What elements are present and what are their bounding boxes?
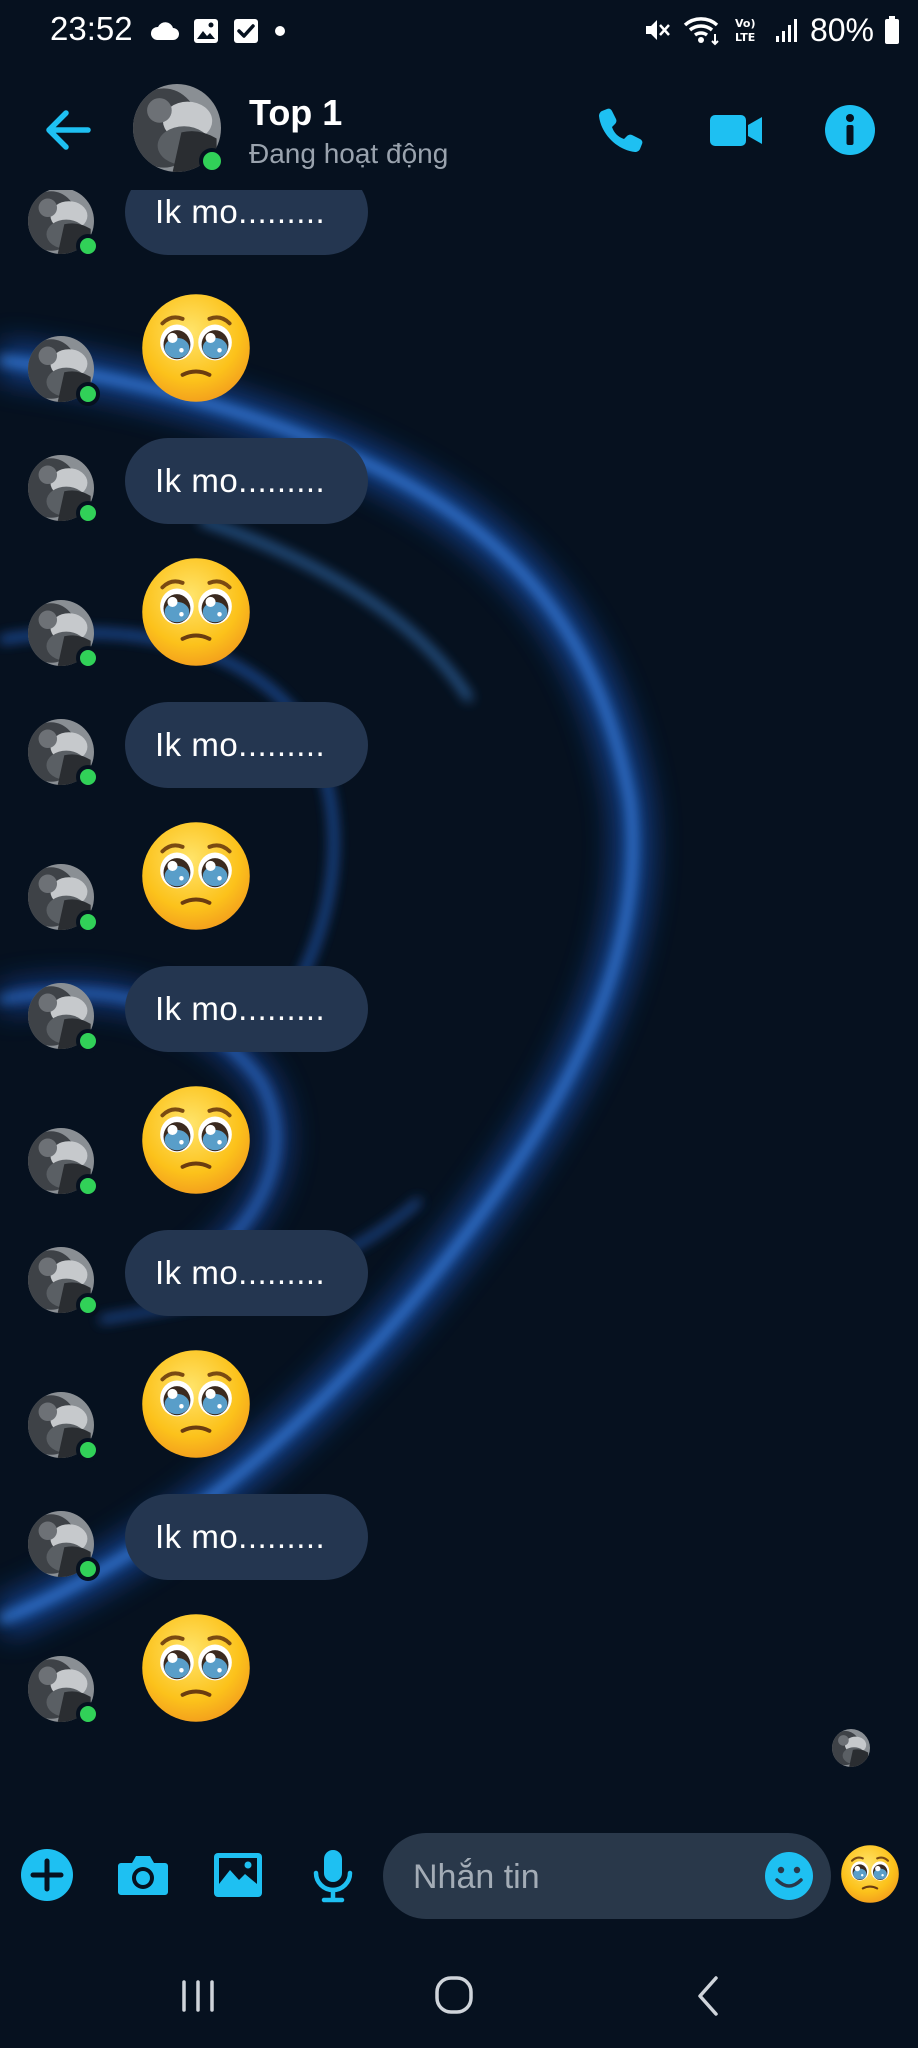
status-time: 23:52 [50,10,133,47]
gallery-icon [194,19,218,43]
back-icon[interactable] [670,1968,750,2024]
message-bubble[interactable]: Ik mo......... [125,190,368,255]
sender-avatar[interactable] [28,864,100,934]
mute-icon [645,20,670,40]
status-right-icons: Vo) LTE 80% [642,8,900,52]
pleading-face-icon[interactable] [140,1348,252,1460]
svg-text:LTE: LTE [735,31,755,44]
online-indicator [199,148,225,174]
sender-avatar[interactable] [28,1511,100,1581]
status-left-icons [150,14,288,48]
dot-icon [275,26,285,36]
info-icon[interactable] [820,100,880,160]
sender-avatar[interactable] [28,1247,100,1317]
plus-icon[interactable] [17,1845,77,1905]
message-input-container [383,1833,831,1921]
sender-avatar[interactable] [28,455,100,525]
cloud-icon [150,22,179,40]
battery-percent: 80% [809,11,874,48]
contact-name[interactable]: Top 1 [249,92,342,134]
online-indicator [76,910,100,934]
pleading-face-icon[interactable] [140,820,252,932]
message-bubble[interactable]: Ik mo......... [125,702,368,788]
online-indicator [76,1557,100,1581]
sender-avatar[interactable] [28,600,100,670]
message-bubble[interactable]: Ik mo......... [125,438,368,524]
volte-icon: Vo) LTE [735,17,756,44]
sender-avatar[interactable] [28,1128,100,1198]
online-indicator [76,234,100,258]
seen-receipt-avatar [832,1729,870,1767]
sender-avatar[interactable] [28,1656,100,1726]
battery-icon [885,16,899,44]
online-indicator [76,1702,100,1726]
video-icon[interactable] [706,100,766,160]
online-indicator [76,1293,100,1317]
phone-icon[interactable] [590,100,650,160]
online-indicator [76,382,100,406]
pleading-face-icon[interactable] [140,292,252,404]
online-indicator [76,1174,100,1198]
system-nav-bar [0,1940,918,2048]
message-bubble[interactable]: Ik mo......... [125,966,368,1052]
message-composer [0,1830,918,1921]
svg-text:Vo): Vo) [735,17,756,30]
sender-avatar[interactable] [28,190,100,258]
online-indicator [76,646,100,670]
contact-avatar[interactable] [133,84,225,174]
message-input[interactable] [411,1833,745,1921]
message-list[interactable]: Ik mo......... Ik mo......... Ik mo.....… [0,190,918,1830]
back-arrow-icon[interactable] [36,98,100,162]
signal-icon [775,19,797,42]
contact-status: Đang hoạt động [249,138,449,169]
pleading-face-icon[interactable] [140,1084,252,1196]
message-bubble[interactable]: Ik mo......... [125,1494,368,1580]
checkbox-icon [234,19,258,43]
pleading-face-icon[interactable] [140,1612,252,1724]
sender-avatar[interactable] [28,336,100,406]
sender-avatar[interactable] [28,719,100,789]
recent-apps-icon[interactable] [158,1968,238,2024]
message-bubble[interactable]: Ik mo......... [125,1230,368,1316]
smiley-icon[interactable] [761,1848,817,1904]
sender-avatar[interactable] [28,983,100,1053]
pleading-face-icon[interactable] [140,556,252,668]
online-indicator [76,765,100,789]
online-indicator [76,1438,100,1462]
image-icon[interactable] [208,1845,268,1905]
online-indicator [76,501,100,525]
home-icon[interactable] [414,1968,494,2024]
microphone-icon[interactable] [303,1845,363,1905]
status-bar: 23:52 Vo) LTE 80% [0,0,918,64]
wifi-icon [683,17,719,46]
camera-icon[interactable] [113,1845,173,1905]
chat-header: Top 1 Đang hoạt động [0,64,918,190]
pleading-face-icon[interactable] [840,1844,900,1904]
sender-avatar[interactable] [28,1392,100,1462]
online-indicator [76,1029,100,1053]
